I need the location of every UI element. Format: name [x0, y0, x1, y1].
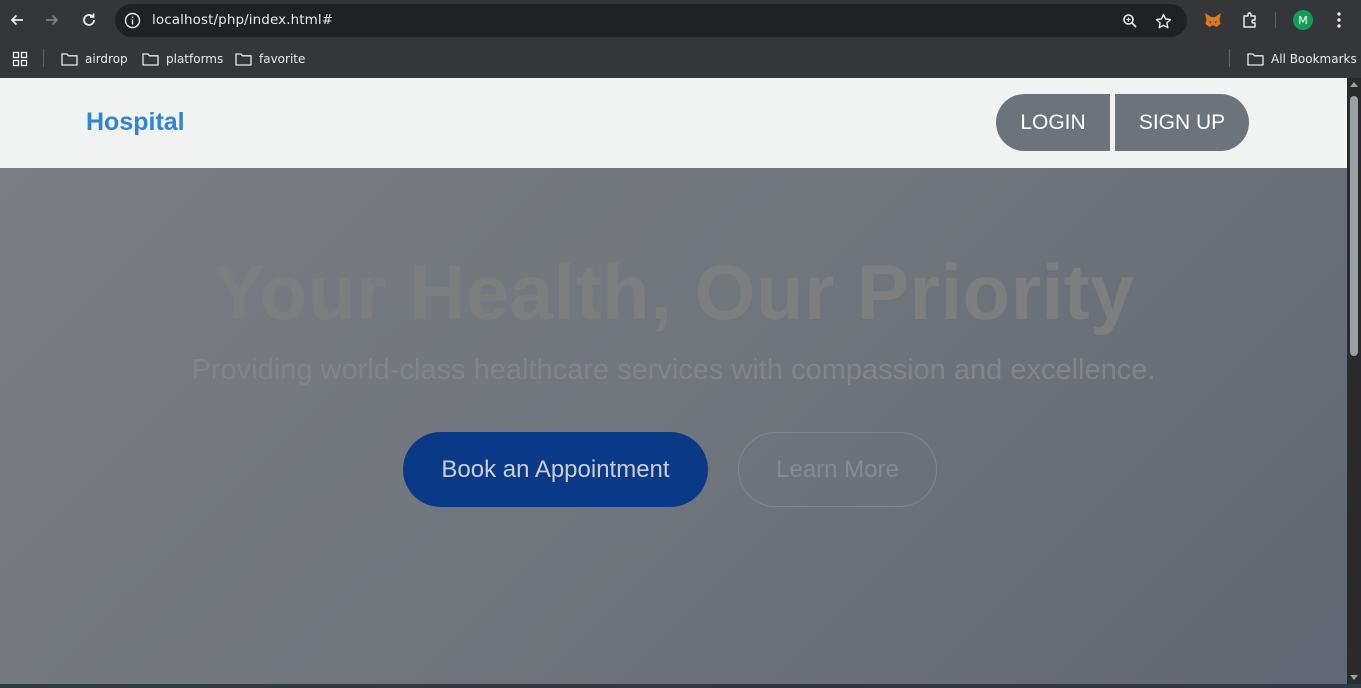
site-logo[interactable]: Hospital: [86, 108, 185, 137]
forward-icon[interactable]: [38, 6, 66, 34]
folder-icon: [61, 53, 78, 66]
menu-icon[interactable]: [1328, 9, 1350, 31]
signup-button[interactable]: SIGN UP: [1115, 94, 1249, 151]
folder-icon: [142, 53, 159, 66]
bookmark-label: platforms: [166, 52, 224, 66]
bookmarks-bar: airdrop platforms favorite All Bookmarks: [0, 40, 1361, 78]
metamask-icon[interactable]: [1202, 9, 1224, 31]
all-bookmarks-button[interactable]: All Bookmarks: [1247, 49, 1357, 69]
bookmark-airdrop[interactable]: airdrop: [61, 49, 128, 69]
bookmark-platforms[interactable]: platforms: [142, 49, 223, 69]
page-scrollbar[interactable]: [1347, 78, 1361, 684]
back-icon[interactable]: [3, 6, 31, 34]
scroll-down-icon[interactable]: [1350, 675, 1358, 680]
site-header: Hospital LOGIN SIGN UP: [0, 78, 1347, 168]
bookmark-favorite[interactable]: favorite: [235, 49, 305, 69]
hero-section: Your Health, Our Priority Providing worl…: [0, 168, 1347, 684]
book-appointment-button[interactable]: Book an Appointment: [403, 432, 708, 507]
scrollbar-thumb[interactable]: [1350, 96, 1358, 356]
url-text[interactable]: localhost/php/index.html#: [152, 12, 333, 28]
toolbar-divider: [1275, 12, 1276, 28]
hero-title: Your Health, Our Priority: [212, 248, 1135, 336]
apps-grid-icon[interactable]: [12, 49, 28, 69]
zoom-icon[interactable]: [1119, 10, 1141, 32]
login-button[interactable]: LOGIN: [996, 94, 1110, 151]
folder-icon: [1247, 53, 1264, 66]
bookmarks-divider: [43, 49, 44, 67]
bookmark-label: favorite: [259, 52, 306, 66]
site-info-icon[interactable]: [123, 11, 142, 30]
profile-avatar[interactable]: M: [1293, 10, 1313, 30]
learn-more-button[interactable]: Learn More: [738, 432, 937, 507]
bottom-strip: [0, 684, 1361, 688]
folder-icon: [235, 53, 252, 66]
extensions-icon[interactable]: [1239, 9, 1261, 31]
hero-subtitle: Providing world-class healthcare service…: [191, 354, 1156, 386]
page-viewport: Hospital LOGIN SIGN UP Your Health, Our …: [0, 78, 1347, 684]
address-bar[interactable]: localhost/php/index.html#: [115, 4, 1187, 37]
bookmarks-divider: [1229, 49, 1230, 67]
bookmark-label: airdrop: [85, 52, 128, 66]
scroll-up-icon[interactable]: [1350, 82, 1358, 87]
browser-toolbar: localhost/php/index.html# M: [0, 0, 1361, 40]
all-bookmarks-label: All Bookmarks: [1271, 52, 1357, 66]
reload-icon[interactable]: [75, 6, 103, 34]
star-icon[interactable]: [1152, 10, 1174, 32]
